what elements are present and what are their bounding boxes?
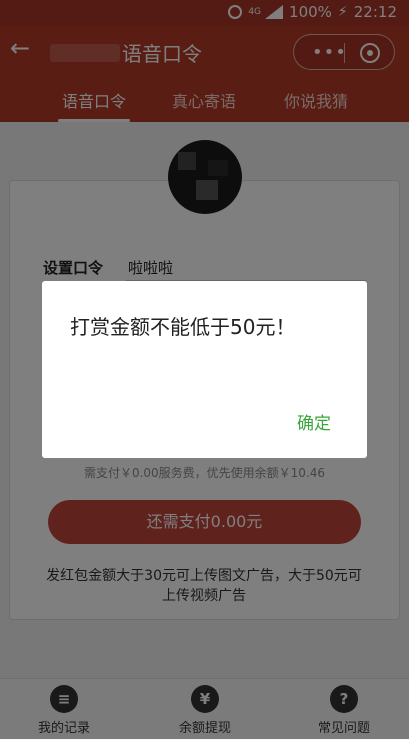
confirm-button[interactable]: 确定 xyxy=(297,409,331,434)
dialog-message: 打赏金额不能低于50元！ xyxy=(70,315,296,339)
alert-dialog: 打赏金额不能低于50元！ 确定 xyxy=(42,281,367,458)
